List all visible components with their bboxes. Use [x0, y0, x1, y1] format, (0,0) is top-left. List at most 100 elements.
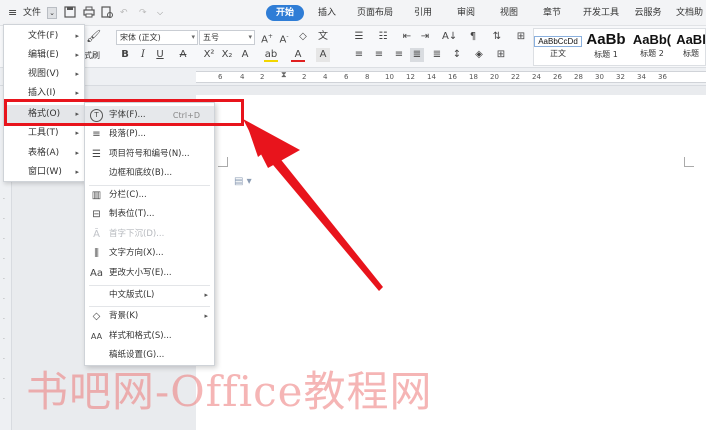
grow-font-icon[interactable]: A+ [260, 30, 274, 45]
pinyin-guide-icon[interactable]: 文 [316, 30, 330, 44]
indent-marker-icon[interactable]: ⧗ [281, 70, 287, 80]
style-heading-1[interactable]: AaBb 标题 1 [584, 29, 628, 65]
paragraph-options-icon[interactable]: ▤ ▾ [234, 176, 252, 187]
line-spacing-icon[interactable]: ⇅ [490, 30, 504, 44]
numbered-list-icon[interactable]: ☷ [376, 30, 390, 44]
bold-icon[interactable]: B [118, 48, 132, 62]
char-shading-icon[interactable]: A [316, 48, 330, 62]
align-left-icon[interactable]: ≡ [352, 48, 366, 62]
ruler-tick: 2 [302, 73, 307, 81]
shading-icon[interactable]: ◈ [472, 48, 486, 62]
justify-icon[interactable]: ≣ [410, 48, 424, 62]
format-painter-label[interactable]: 式刷 [84, 48, 100, 64]
ruler-mark: · [3, 316, 5, 323]
menu-item-bullets-numbering[interactable]: ☰ 项目符号和编号(N)... [85, 145, 214, 164]
menu-item-label: 文件(F) [28, 31, 59, 41]
align-center-icon[interactable]: ≡ [372, 48, 386, 62]
text-effect-icon[interactable]: A [238, 48, 252, 62]
styles-icon: AA [90, 332, 103, 341]
tab-view[interactable]: 视图 [495, 5, 523, 21]
line-height-icon[interactable]: ↕ [450, 48, 464, 62]
superscript-icon[interactable]: X² [202, 48, 216, 62]
style-heading-2[interactable]: AaBb( 标题 2 [630, 29, 674, 65]
italic-icon[interactable]: I [136, 48, 150, 62]
menu-item-styles-formatting[interactable]: AA 样式和格式(S)... [85, 327, 214, 346]
tab-doc-assistant[interactable]: 文档助 [676, 5, 706, 21]
increase-indent-icon[interactable]: ⇥ [418, 30, 432, 44]
undo-icon[interactable]: ↶ [120, 6, 128, 20]
ruler-mark: · [3, 196, 5, 203]
ruler-mark: · [3, 276, 5, 283]
tab-section[interactable]: 章节 [538, 5, 566, 21]
menu-item-window[interactable]: 窗口(W) ▸ [4, 163, 84, 182]
print-preview-icon[interactable] [100, 5, 114, 19]
menu-item-change-case[interactable]: Aa 更改大小写(E)... [85, 264, 214, 283]
align-right-icon[interactable]: ≡ [392, 48, 406, 62]
decrease-indent-icon[interactable]: ⇤ [400, 30, 414, 44]
menu-item-file[interactable]: 文件(F) ▸ [4, 27, 84, 46]
tab-home[interactable]: 开始 [266, 5, 304, 21]
tab-insert[interactable]: 插入 [313, 5, 341, 21]
ruler-tick: 34 [637, 73, 646, 81]
horizontal-ruler[interactable]: 6 4 2 ⧗ 2 4 6 8 10 12 14 16 18 20 22 24 … [0, 68, 706, 86]
style-heading[interactable]: AaBl 标题 [676, 29, 706, 65]
menu-item-label: 表格(A) [28, 148, 60, 158]
file-menu-button[interactable]: 文件 [23, 6, 41, 20]
chevron-down-icon[interactable]: ⌄ [47, 7, 57, 19]
font-name-select[interactable]: 宋体 (正文) ▾ [116, 30, 198, 45]
menu-item-tools[interactable]: 工具(T) ▸ [4, 124, 84, 143]
menu-item-columns[interactable]: ▥ 分栏(C)... [85, 186, 214, 205]
font-size-select[interactable]: 五号 ▾ [199, 30, 255, 45]
style-normal[interactable]: AaBbCcDd 正文 [534, 29, 582, 65]
underline-icon[interactable]: U [153, 48, 167, 62]
tab-page-layout[interactable]: 页面布局 [354, 5, 396, 21]
customize-toolbar-icon[interactable]: ⌵ [157, 6, 163, 20]
print-icon[interactable] [82, 5, 96, 19]
table-icon[interactable]: ⊞ [514, 30, 528, 44]
style-name: 标题 [683, 49, 699, 58]
tab-cloud-service[interactable]: 云服务 [632, 5, 664, 21]
show-marks-icon[interactable]: ¶ [466, 30, 480, 44]
font-color-icon[interactable]: A [291, 48, 305, 62]
menu-item-label: 视图(V) [28, 69, 60, 79]
menu-item-label: 段落(P)... [109, 129, 146, 139]
menu-item-tab-stops[interactable]: ⊟ 制表位(T)... [85, 205, 214, 224]
borders-icon[interactable]: ⊞ [494, 48, 508, 62]
highlight-icon[interactable]: ab [264, 48, 278, 62]
menu-item-view[interactable]: 视图(V) ▸ [4, 65, 84, 84]
background-icon: ◇ [92, 311, 101, 322]
menu-item-chinese-layout[interactable]: 中文版式(L) ▸ [85, 286, 214, 305]
paragraph-icon: ≡ [92, 129, 101, 140]
strikethrough-icon[interactable]: A [176, 48, 190, 62]
sort-icon[interactable]: A↓ [442, 30, 457, 44]
menu-item-borders-shading[interactable]: 边框和底纹(B)... [85, 164, 214, 183]
menu-item-label: 更改大小写(E)... [109, 268, 172, 278]
save-icon[interactable] [63, 5, 77, 19]
menu-item-text-direction[interactable]: ⫼ 文字方向(X)... [85, 244, 214, 263]
menu-item-label: 制表位(T)... [109, 209, 155, 219]
hamburger-icon[interactable]: ≡ [8, 6, 17, 20]
bullet-list-icon[interactable]: ☰ [352, 30, 366, 44]
redo-icon[interactable]: ↷ [139, 6, 147, 20]
ruler-mark: · [3, 296, 5, 303]
tab-developer[interactable]: 开发工具 [580, 5, 622, 21]
ruler-tick: 36 [658, 73, 667, 81]
menu-item-label: 工具(T) [28, 128, 59, 138]
tab-references[interactable]: 引用 [409, 5, 437, 21]
shrink-font-icon[interactable]: A- [277, 30, 291, 45]
menu-item-paragraph[interactable]: ≡ 段落(P)... [85, 125, 214, 144]
menu-item-table[interactable]: 表格(A) ▸ [4, 144, 84, 163]
ruler-tick: 10 [385, 73, 394, 81]
menu-item-edit[interactable]: 编辑(E) ▸ [4, 46, 84, 65]
annotation-highlight-box [4, 99, 244, 126]
tab-review[interactable]: 审阅 [452, 5, 480, 21]
chevron-down-icon: ▾ [248, 33, 252, 41]
menu-item-background[interactable]: ◇ 背景(K) ▸ [85, 307, 214, 326]
distribute-icon[interactable]: ≣ [430, 48, 444, 62]
format-painter-icon[interactable]: 🖌 [86, 29, 101, 43]
clear-format-icon[interactable]: ◇ [296, 30, 310, 44]
ruler-tick: 8 [365, 73, 370, 81]
menu-item-label: 样式和格式(S)... [109, 331, 172, 341]
menu-item-label: 项目符号和编号(N)... [109, 149, 190, 159]
subscript-icon[interactable]: X₂ [220, 48, 234, 62]
